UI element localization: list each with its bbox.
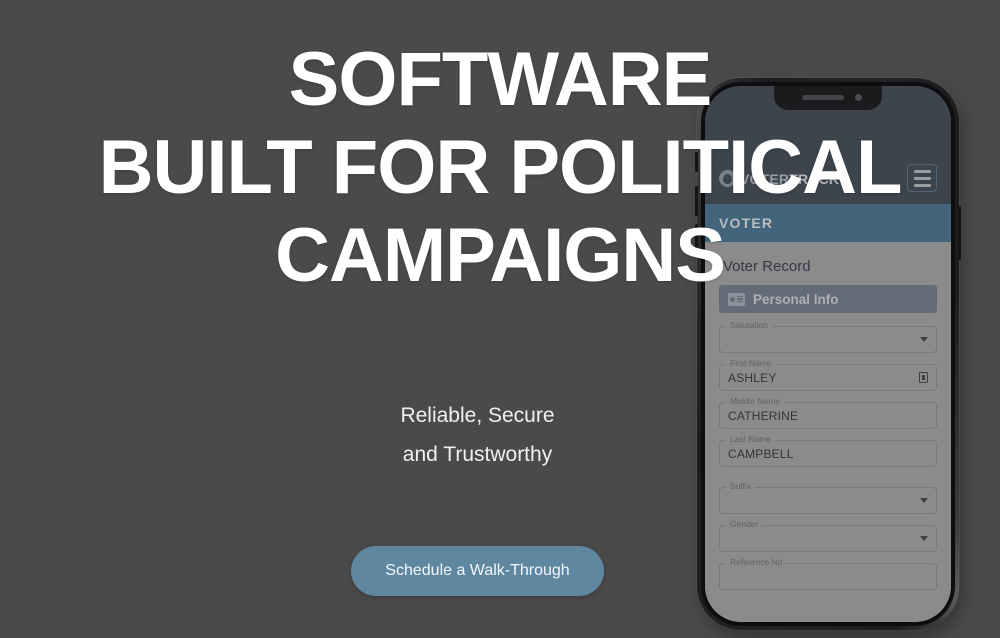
subtitle-line-2: and Trustworthy (402, 443, 553, 466)
headline-line-1: SOFTWARE (288, 37, 713, 122)
subtitle-line-1: Reliable, Secure (400, 404, 555, 427)
cta-container: Schedule a Walk-Through (0, 546, 955, 596)
hero-copy: SOFTWARE BUILT FOR POLITICAL CAMPAIGNS R… (0, 0, 1000, 620)
page-title: SOFTWARE BUILT FOR POLITICAL CAMPAIGNS (0, 36, 1000, 300)
headline-line-3: CAMPAIGNS (275, 213, 726, 298)
schedule-walkthrough-button[interactable]: Schedule a Walk-Through (351, 546, 604, 596)
headline-line-2: BUILT FOR POLITICAL (98, 125, 903, 210)
hero-subtitle: Reliable, Secure and Trustworthy (0, 396, 955, 474)
hero-section: VOTERTRACK VOTER Voter Record Personal I… (0, 0, 1000, 636)
